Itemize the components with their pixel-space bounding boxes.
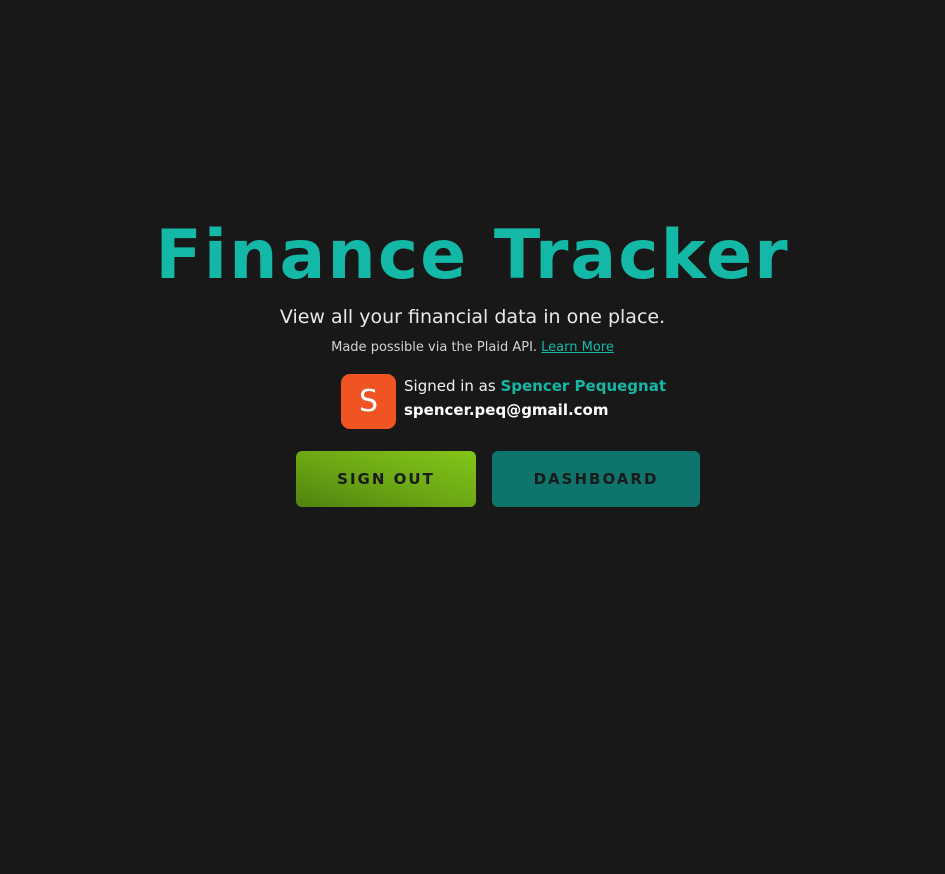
- credit-line: Made possible via the Plaid API. Learn M…: [0, 339, 945, 357]
- signed-in-line: Signed in as Spencer Pequegnat: [404, 374, 666, 398]
- dashboard-button[interactable]: DASHBOARD: [492, 451, 700, 507]
- user-name: Spencer Pequegnat: [500, 377, 667, 395]
- page-subtitle: View all your financial data in one plac…: [279, 306, 666, 328]
- learn-more-link[interactable]: Learn More: [541, 340, 614, 355]
- signed-in-prefix: Signed in as: [404, 377, 496, 395]
- page-title: Finance Tracker: [155, 216, 790, 295]
- credit-text: Made possible via the Plaid API.: [331, 340, 538, 355]
- signed-in-user: S Signed in as Spencer Pequegnat spencer…: [341, 374, 666, 429]
- sign-out-button[interactable]: SIGN OUT: [296, 451, 476, 507]
- avatar: S: [341, 374, 396, 429]
- user-details: Signed in as Spencer Pequegnat spencer.p…: [404, 374, 666, 422]
- landing-page: Finance Tracker View all your financial …: [0, 0, 945, 874]
- user-email: spencer.peq@gmail.com: [404, 401, 609, 419]
